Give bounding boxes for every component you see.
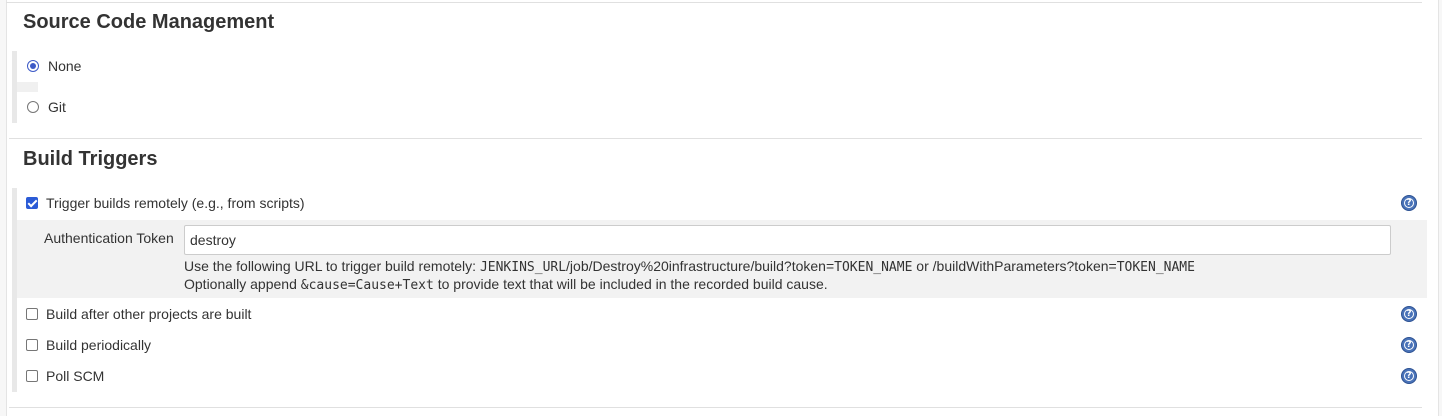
trigger-after-other-label[interactable]: Build after other projects are built (46, 304, 251, 324)
scm-none-label[interactable]: None (48, 56, 81, 76)
trigger-after-other-option[interactable]: Build after other projects are built (24, 304, 251, 324)
scm-none-radio[interactable] (27, 60, 39, 72)
scm-section-title: Source Code Management (23, 11, 275, 33)
trigger-periodically-label[interactable]: Build periodically (46, 335, 151, 355)
config-page: Source Code Management None Git Build Tr… (0, 0, 1442, 416)
trigger-remote-label[interactable]: Trigger builds remotely (e.g., from scri… (46, 193, 305, 213)
trigger-remote-checkbox[interactable] (26, 197, 38, 209)
scm-option-git[interactable]: Git (24, 97, 66, 117)
trigger-poll-scm-option[interactable]: Poll SCM (24, 366, 104, 386)
scm-none-details (17, 82, 38, 92)
section-divider (9, 138, 1422, 139)
section-divider (9, 407, 1422, 408)
help-icon[interactable]: ? (1401, 195, 1417, 211)
scm-git-label[interactable]: Git (48, 97, 66, 117)
trigger-url-help-text: Use the following URL to trigger build r… (184, 258, 1195, 275)
auth-token-input[interactable] (184, 225, 1391, 255)
help-icon[interactable]: ? (1401, 306, 1417, 322)
scm-option-none[interactable]: None (24, 56, 81, 76)
trigger-poll-scm-label[interactable]: Poll SCM (46, 366, 104, 386)
trigger-periodically-checkbox[interactable] (26, 339, 38, 351)
trigger-periodically-option[interactable]: Build periodically (24, 335, 151, 355)
help-icon[interactable]: ? (1401, 337, 1417, 353)
scm-git-radio[interactable] (27, 101, 39, 113)
build-triggers-section-title: Build Triggers (23, 148, 158, 170)
trigger-poll-scm-checkbox[interactable] (26, 370, 38, 382)
help-icon[interactable]: ? (1401, 368, 1417, 384)
trigger-cause-help-text: Optionally append &cause=Cause+Text to p… (184, 276, 828, 293)
top-divider (6, 2, 1422, 3)
trigger-remote-option[interactable]: Trigger builds remotely (e.g., from scri… (24, 193, 305, 213)
trigger-after-other-checkbox[interactable] (26, 308, 38, 320)
auth-token-label: Authentication Token (44, 230, 174, 246)
